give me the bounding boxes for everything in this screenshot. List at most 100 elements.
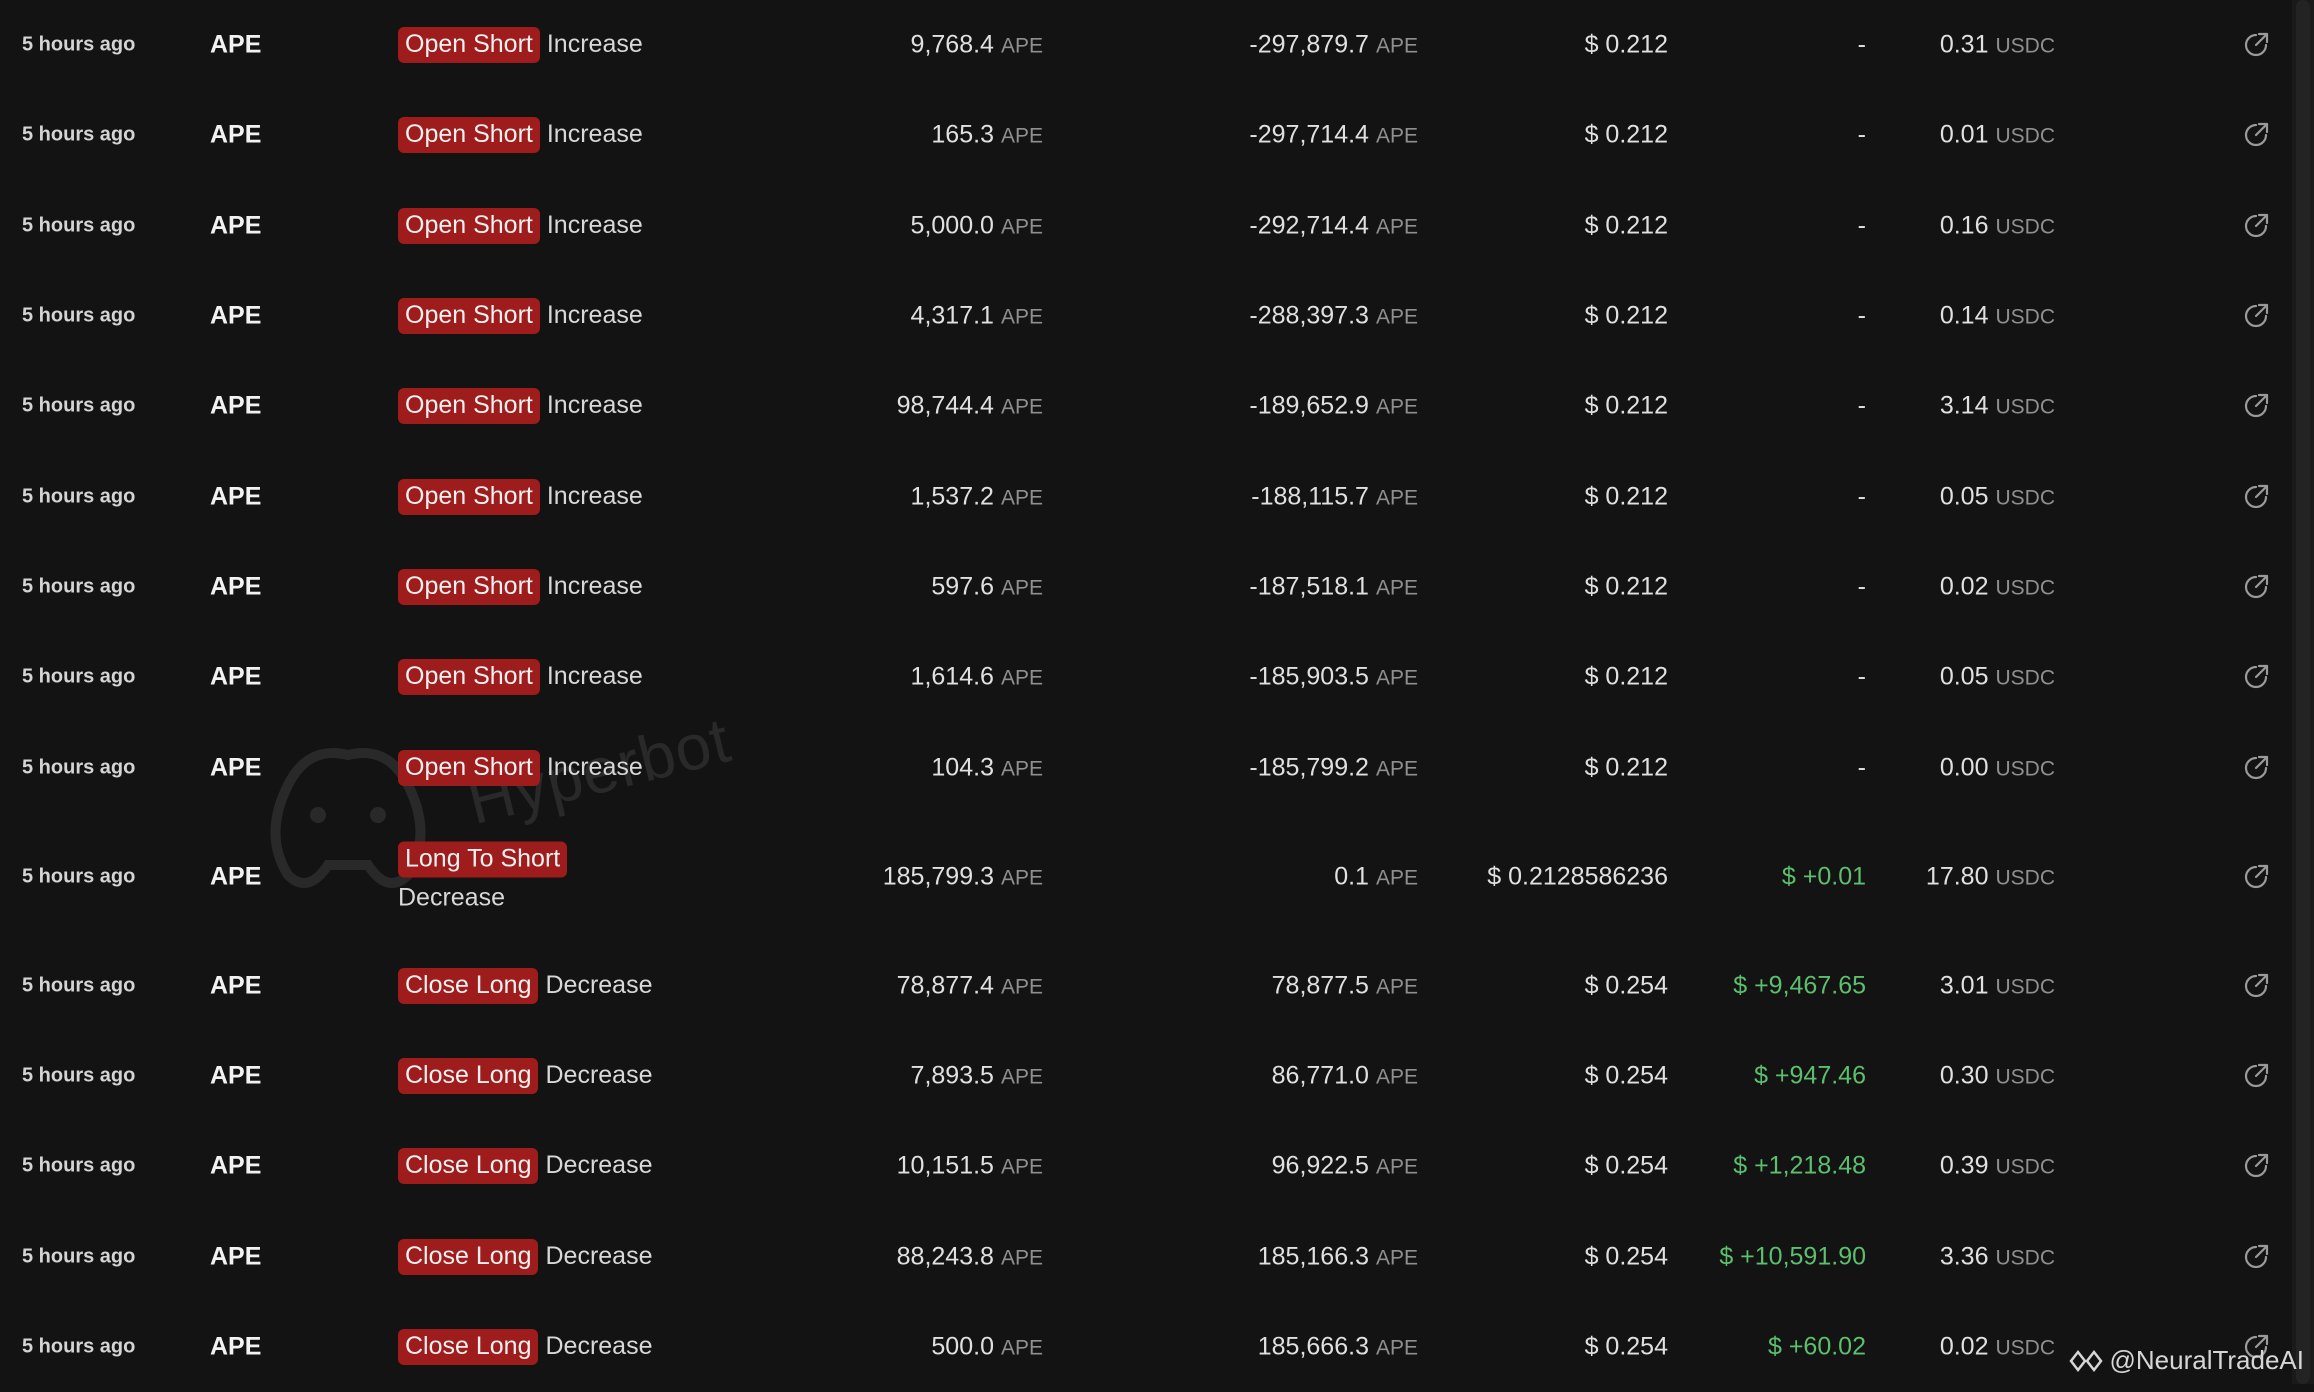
- scrollbar-thumb[interactable]: [2296, 0, 2310, 1384]
- external-link-icon[interactable]: [2242, 972, 2270, 1000]
- trade-time: 5 hours ago: [22, 865, 136, 888]
- trade-action: Open Short Increase: [398, 117, 643, 154]
- trade-fee: 0.02 USDC: [1940, 572, 2055, 601]
- table-row: 5 hours ago APE Close Long Decrease 88,243.8…: [0, 1212, 2292, 1302]
- trade-position: -188,115.7 APE: [1251, 482, 1418, 511]
- trade-size-unit: APE: [1000, 1246, 1043, 1270]
- author-credit-text: @NeuralTradeAI: [2109, 1345, 2304, 1375]
- external-link-icon[interactable]: [2242, 663, 2270, 691]
- external-link-icon[interactable]: [2242, 863, 2270, 891]
- trade-fee: 3.01 USDC: [1940, 971, 2055, 1000]
- table-row: 5 hours ago APE Close Long Decrease 7,893.5 A…: [0, 1031, 2292, 1121]
- trade-position-unit: APE: [1375, 757, 1418, 781]
- trade-fee-unit: USDC: [1995, 1336, 2055, 1360]
- trade-pnl: $ +10,591.90: [1719, 1242, 1866, 1271]
- trade-position-value: -297,879.7: [1249, 30, 1369, 59]
- trade-time: 5 hours ago: [22, 756, 136, 779]
- trade-pnl: -: [1857, 30, 1866, 59]
- external-link-icon[interactable]: [2242, 212, 2270, 240]
- table-row: 5 hours ago APE Open Short Increase 5,000.0 A…: [0, 181, 2292, 271]
- trade-position-value: -187,518.1: [1249, 572, 1369, 601]
- trade-fee-value: 0.02: [1939, 572, 1989, 601]
- trade-position: -292,714.4 APE: [1249, 211, 1418, 240]
- trade-pnl: -: [1857, 301, 1866, 330]
- trade-price: $ 0.212: [1584, 572, 1668, 601]
- trade-action: Close Long Decrease: [398, 967, 653, 1004]
- trade-position-unit: APE: [1375, 215, 1418, 239]
- external-link-icon[interactable]: [2242, 1243, 2270, 1271]
- scrollbar-track[interactable]: [2292, 0, 2314, 1384]
- external-link-icon[interactable]: [2242, 1152, 2270, 1180]
- trade-direction: Increase: [546, 481, 643, 510]
- trade-price: $ 0.212: [1584, 301, 1668, 330]
- trade-position-value: -185,903.5: [1249, 662, 1369, 691]
- table-row: 5 hours ago APE Open Short Increase 98,744.4…: [0, 361, 2292, 451]
- trade-type-badge: Open Short: [398, 659, 540, 696]
- trade-size-value: 4,317.1: [910, 301, 994, 330]
- trade-type-badge: Close Long: [398, 1238, 539, 1275]
- trade-price: $ 0.212: [1584, 391, 1668, 420]
- trade-direction: Increase: [546, 120, 643, 149]
- trade-action: Close Long Decrease: [398, 1238, 652, 1275]
- trade-fee-value: 3.01: [1939, 971, 1989, 1000]
- trade-position-unit: APE: [1375, 1065, 1418, 1089]
- external-link-icon[interactable]: [2242, 302, 2270, 330]
- trade-type-badge: Close Long: [398, 1058, 539, 1095]
- trade-type-badge: Close Long: [398, 1329, 539, 1365]
- trade-size-unit: APE: [1000, 975, 1043, 999]
- trade-token: APE: [210, 1151, 262, 1180]
- trade-direction: Decrease: [545, 970, 653, 999]
- trade-size-value: 5,000.0: [910, 211, 994, 240]
- trade-size: 500.0 APE: [931, 1333, 1043, 1362]
- trade-fee: 17.80 USDC: [1926, 862, 2055, 891]
- trade-position-value: -297,714.4: [1249, 120, 1369, 149]
- trade-size-unit: APE: [1000, 215, 1043, 239]
- trade-price: $ 0.254: [1584, 1061, 1668, 1090]
- external-link-icon[interactable]: [2242, 483, 2270, 511]
- trade-fee-unit: USDC: [1995, 1155, 2055, 1179]
- trade-size-unit: APE: [1000, 124, 1043, 148]
- trade-direction: Decrease: [545, 1151, 653, 1180]
- trade-pnl: $ +60.02: [1767, 1332, 1866, 1361]
- trade-token: APE: [210, 862, 262, 891]
- trade-position-unit: APE: [1375, 666, 1418, 690]
- trade-size-value: 104.3: [931, 753, 994, 782]
- table-row: 5 hours ago APE Open Short Increase 104.3 APE…: [0, 722, 2292, 812]
- trade-size: 1,614.6 APE: [911, 663, 1043, 692]
- external-link-icon[interactable]: [2242, 573, 2270, 601]
- trade-token: APE: [210, 211, 262, 240]
- trade-history-table: 5 hours ago APE Open Short Increase 9,768.4 A…: [0, 0, 2292, 1392]
- trade-fee-value: 0.30: [1939, 1061, 1989, 1090]
- trade-type-badge: Open Short: [398, 749, 540, 786]
- trade-fee: 0.02 USDC: [1940, 1333, 2055, 1362]
- trade-size: 185,799.3 APE: [883, 862, 1043, 891]
- trade-direction: Increase: [546, 571, 643, 600]
- table-row: 5 hours ago APE Open Short Increase 1,537.2 A…: [0, 451, 2292, 541]
- trade-size-value: 1,537.2: [910, 482, 994, 511]
- trade-type-badge: Open Short: [398, 568, 540, 605]
- trade-position: -189,652.9 APE: [1249, 392, 1418, 421]
- trade-direction: Increase: [546, 30, 643, 59]
- trade-fee-unit: USDC: [1995, 215, 2055, 239]
- trade-type-badge: Open Short: [398, 388, 540, 425]
- table-row: 5 hours ago APE Long To Short Decrease 185,7…: [0, 813, 2292, 941]
- trade-direction: Decrease: [545, 1332, 653, 1360]
- trade-position-value: -292,714.4: [1249, 211, 1369, 240]
- trade-position-unit: APE: [1375, 866, 1418, 890]
- trade-price: $ 0.2128586236: [1487, 862, 1668, 891]
- trade-fee: 3.36 USDC: [1940, 1242, 2055, 1271]
- trade-type-badge: Open Short: [398, 298, 540, 335]
- trade-size: 1,537.2 APE: [911, 482, 1043, 511]
- external-link-icon[interactable]: [2242, 121, 2270, 149]
- trade-fee-unit: USDC: [1995, 305, 2055, 329]
- trade-token: APE: [210, 301, 262, 330]
- external-link-icon[interactable]: [2242, 31, 2270, 59]
- trade-size-unit: APE: [1000, 576, 1043, 600]
- trade-position-unit: APE: [1375, 1246, 1418, 1270]
- external-link-icon[interactable]: [2242, 392, 2270, 420]
- trade-fee-unit: USDC: [1995, 124, 2055, 148]
- external-link-icon[interactable]: [2242, 754, 2270, 782]
- external-link-icon[interactable]: [2242, 1062, 2270, 1090]
- trade-direction: Decrease: [545, 1061, 653, 1090]
- trade-position-value: -188,115.7: [1251, 482, 1369, 511]
